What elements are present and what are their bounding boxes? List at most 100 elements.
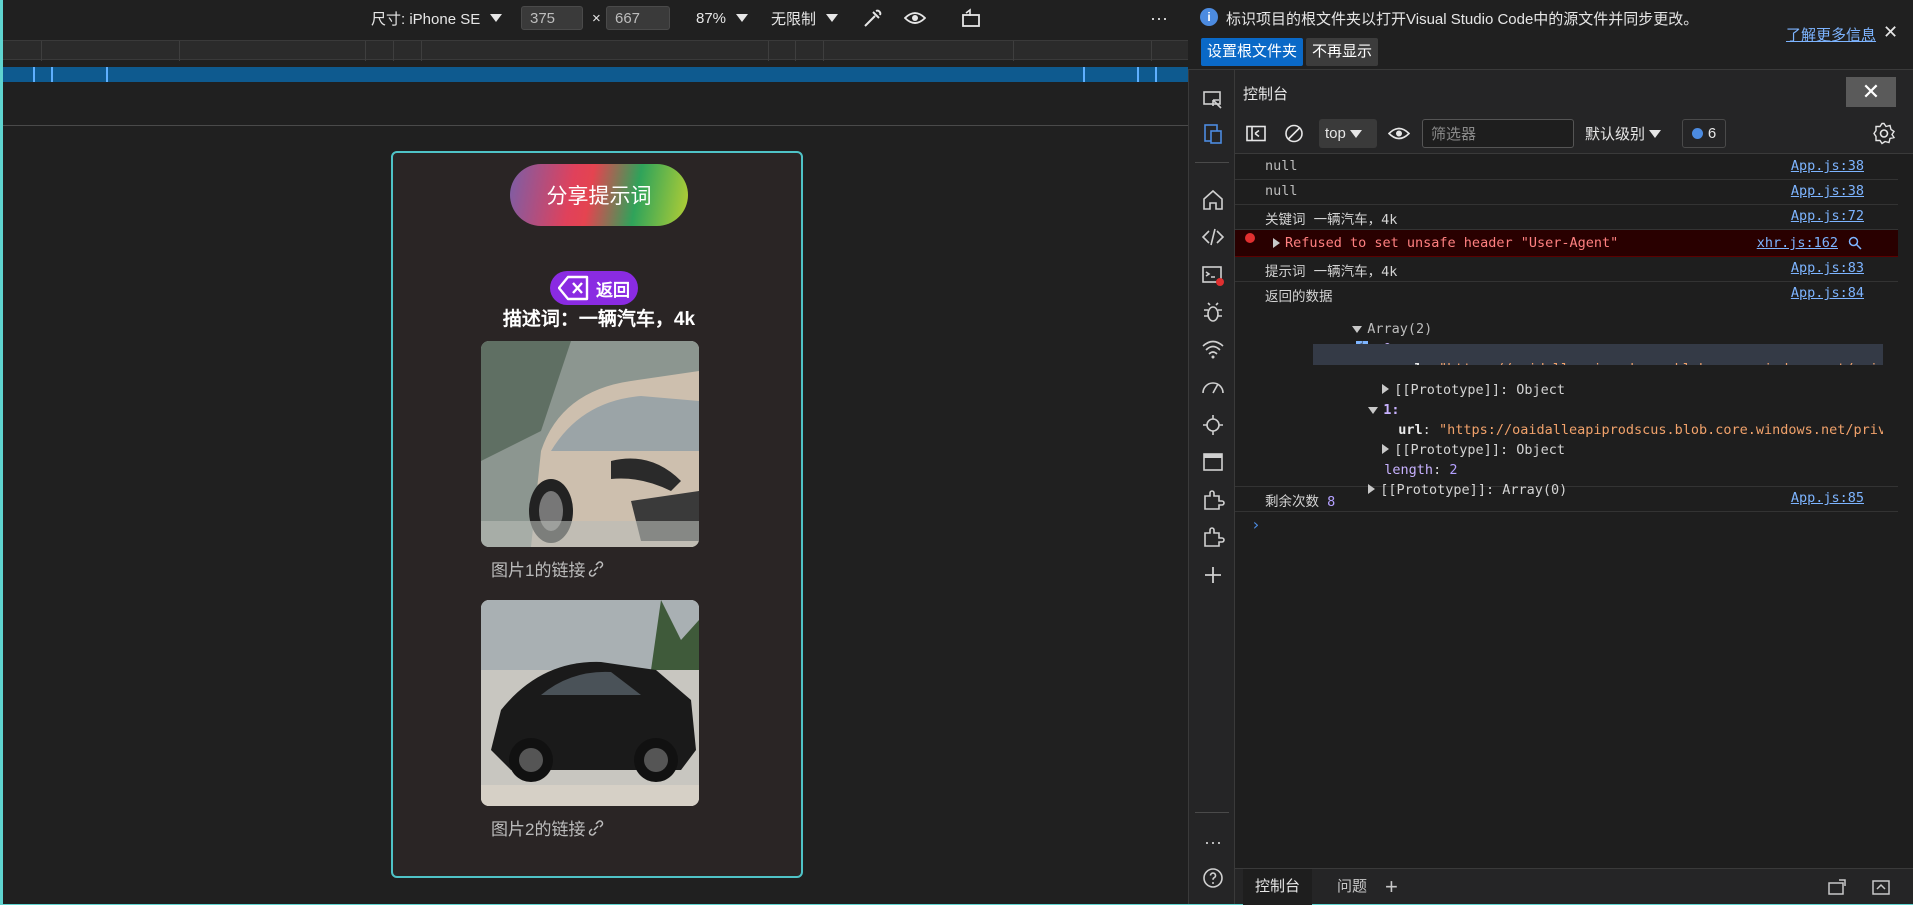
log-source-link[interactable]: App.js:84 (1791, 285, 1864, 301)
inspect-icon[interactable] (1201, 88, 1225, 112)
drawer-tabs: 控制台 问题 + (1235, 868, 1913, 905)
image-link-1[interactable]: 图片1的链接 (491, 556, 604, 581)
elements-icon[interactable] (1201, 225, 1225, 249)
log-source-link[interactable]: App.js:85 (1791, 490, 1864, 506)
error-text: Refused to set unsafe header "User-Agent… (1285, 235, 1619, 251)
application-icon[interactable] (1201, 450, 1225, 474)
log-text: null (1265, 158, 1298, 174)
generated-image-1 (481, 341, 699, 547)
log-row: null App.js:38 (1235, 155, 1898, 180)
url-value-0: "https://oaidalleapiprodscus.blob.core.w… (1439, 361, 1883, 365)
dock-icon[interactable] (1827, 878, 1847, 896)
media-query-ruler (3, 40, 1188, 61)
console-toolbar: top 筛选器 默认级别 6 (1235, 112, 1913, 154)
image-link-2[interactable]: 图片2的链接 (491, 815, 604, 840)
expand-icon[interactable] (1273, 238, 1280, 248)
close-console-button[interactable]: ✕ (1846, 77, 1896, 107)
media-query-bar (3, 67, 1188, 82)
url-property-0: url: "https://oaidalleapiprodscus.blob.c… (1313, 344, 1883, 365)
link-icon (589, 819, 604, 836)
context-label: top (1325, 125, 1346, 142)
log-text: 提示词 一辆汽车，4k (1265, 264, 1398, 280)
log-row: 提示词 一辆汽车，4k App.js:83 (1235, 257, 1898, 282)
log-source-link[interactable]: App.js:72 (1791, 208, 1864, 224)
extension-icon[interactable] (1201, 488, 1225, 512)
console-header: 控制台 ✕ (1235, 70, 1913, 112)
help-icon[interactable] (1201, 866, 1225, 890)
tab-console[interactable]: 控制台 (1243, 869, 1313, 905)
add-tool-icon[interactable] (1201, 563, 1225, 587)
sidebar-toggle-icon[interactable] (1245, 119, 1267, 148)
share-prompt-button[interactable]: 分享提示词 (510, 164, 688, 226)
expand-drawer-icon[interactable] (1871, 878, 1891, 896)
log-source-link[interactable]: App.js:38 (1791, 183, 1864, 199)
log-source-link[interactable]: App.js:83 (1791, 260, 1864, 276)
generated-image-2 (481, 600, 699, 806)
info-message: 标识项目的根文件夹以打开Visual Studio Code中的源文件并同步更改… (1226, 11, 1699, 28)
width-input[interactable]: 375 (521, 6, 583, 30)
log-text: 返回的数据 (1265, 289, 1333, 305)
backspace-icon (558, 275, 589, 301)
log-source-link[interactable]: xhr.js:162 (1757, 235, 1838, 251)
throttle-label: 无限制 (771, 10, 817, 28)
log-text: null (1265, 183, 1298, 199)
memory-icon[interactable] (1201, 413, 1225, 437)
info-icon: i (1200, 8, 1218, 26)
rotate-icon[interactable] (960, 8, 982, 28)
context-select[interactable]: top (1319, 119, 1377, 148)
home-icon[interactable] (1201, 188, 1225, 212)
console-log: null App.js:38 null App.js:38 关键词 一辆汽车，4… (1235, 155, 1913, 863)
log-level-select[interactable]: 默认级别 (1585, 119, 1673, 148)
log-text: 剩余次数 (1265, 494, 1319, 510)
extension-icon-2[interactable] (1201, 525, 1225, 549)
activity-sidebar: ··· (1188, 70, 1235, 904)
device-emulation-icon[interactable] (1201, 122, 1225, 146)
set-root-folder-button[interactable]: 设置根文件夹 (1201, 38, 1304, 66)
more-tools-icon[interactable]: ··· (1201, 830, 1225, 854)
chevron-down-icon (1649, 129, 1662, 138)
device-viewport: 分享提示词 返回 描述词：一辆汽车，4k 图片1的链接 图片2的链接 (391, 151, 803, 878)
live-expression-icon[interactable] (1388, 119, 1410, 148)
console-icon[interactable] (1201, 263, 1225, 287)
clear-console-icon[interactable] (1283, 119, 1305, 148)
message-count-badge[interactable]: 6 (1682, 119, 1726, 148)
vision-deficiency-icon[interactable] (904, 8, 926, 28)
zoom-dropdown[interactable]: 87% (696, 0, 749, 36)
log-row: null App.js:38 (1235, 180, 1898, 205)
settings-gear-icon[interactable] (1872, 119, 1896, 148)
learn-more-link[interactable]: 了解更多信息 (1786, 24, 1876, 45)
device-size-dropdown[interactable]: 尺寸: iPhone SE (371, 0, 503, 36)
image-link-1-label: 图片1的链接 (491, 561, 586, 580)
chevron-down-icon (826, 14, 839, 22)
devtools-window: 尺寸: iPhone SE 375 × 667 87% 无限制 ··· 分享提示… (3, 0, 1913, 905)
tab-issues[interactable]: 问题 (1325, 869, 1379, 905)
bug-icon[interactable] (1201, 300, 1225, 324)
height-input[interactable]: 667 (606, 6, 670, 30)
dont-show-again-button[interactable]: 不再显示 (1306, 38, 1379, 66)
console-prompt-icon[interactable]: › (1251, 515, 1261, 534)
log-source-link[interactable]: App.js:38 (1791, 158, 1864, 174)
error-icon (1245, 233, 1255, 243)
close-icon[interactable]: ✕ (1883, 22, 1898, 43)
device-size-label: 尺寸: iPhone SE (371, 10, 481, 28)
message-icon (1691, 128, 1703, 139)
chevron-down-icon (490, 14, 503, 22)
back-button[interactable]: 返回 (550, 271, 638, 305)
throttle-dropdown[interactable]: 无限制 (771, 0, 839, 36)
log-text: 关键词 一辆汽车，4k (1265, 212, 1398, 228)
wifi-icon[interactable] (1201, 337, 1225, 361)
eyedropper-icon[interactable] (861, 8, 883, 28)
filter-input[interactable]: 筛选器 (1422, 119, 1574, 148)
search-icon[interactable] (1848, 236, 1862, 250)
remaining-count: 8 (1327, 494, 1336, 510)
more-options-button[interactable]: ··· (1150, 0, 1168, 36)
performance-icon[interactable] (1201, 375, 1225, 399)
add-tab-icon[interactable]: + (1385, 869, 1398, 905)
zoom-label: 87% (696, 9, 727, 27)
console-panel: 控制台 ✕ top 筛选器 默认级别 6 null App.js:38 null… (1235, 70, 1913, 905)
device-toolbar: 尺寸: iPhone SE 375 × 667 87% 无限制 ··· (3, 0, 1188, 36)
console-title: 控制台 (1243, 86, 1289, 103)
link-icon (589, 560, 604, 577)
log-row-object: 返回的数据 App.js:84 Array(2) i 0: url: "http… (1235, 282, 1898, 498)
image-link-2-label: 图片2的链接 (491, 820, 586, 839)
